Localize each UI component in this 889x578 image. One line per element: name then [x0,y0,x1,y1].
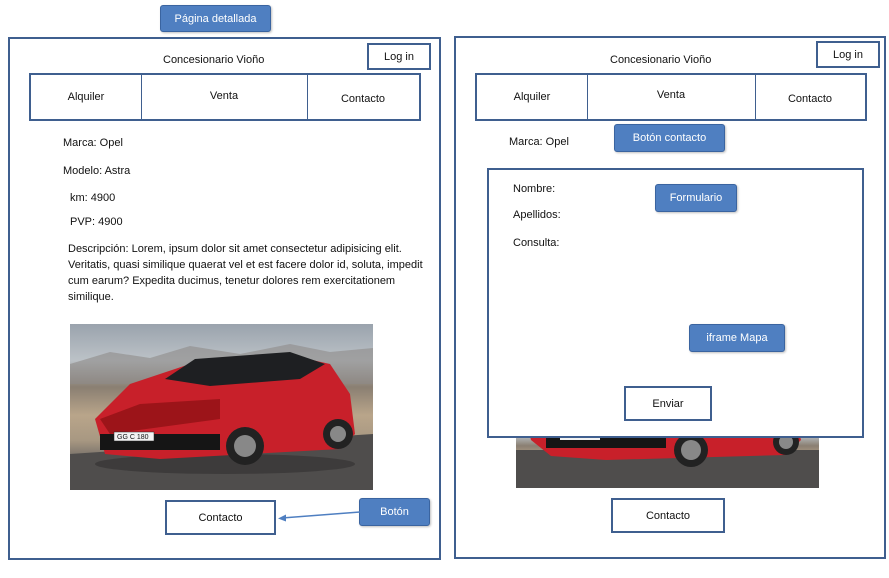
left-contact-button[interactable]: Contacto [165,500,276,535]
right-login-button[interactable]: Log in [816,41,880,68]
form-submit-button[interactable]: Enviar [624,386,712,421]
annotation-button: Botón [359,498,430,526]
left-modelo: Modelo: Astra [63,165,131,177]
annotation-detailed-page: Página detallada [160,5,271,32]
left-marca: Marca: Opel [63,137,123,149]
form-label-nombre: Nombre: [513,183,556,195]
left-nav-bar: Alquiler Venta Contacto [29,73,421,121]
form-label-apellidos: Apellidos: [513,209,561,221]
right-marca: Marca: Opel [509,136,569,148]
annotation-form: Formulario [655,184,737,212]
left-brand-title: Concesionario Vioño [163,54,265,66]
left-nav-alquiler[interactable]: Alquiler [31,75,141,119]
right-nav-bar: Alquiler Venta Contacto [475,73,867,121]
left-car-image: GG C 180 [70,324,373,490]
left-pvp: PVP: 4900 [70,216,123,228]
right-nav-contacto[interactable]: Contacto [755,75,865,119]
right-nav-venta[interactable]: Venta [587,75,755,119]
annotation-contact-button: Botón contacto [614,124,725,152]
left-descripcion: Descripción: Lorem, ipsum dolor sit amet… [68,243,423,303]
annotation-iframe-map: iframe Mapa [689,324,785,352]
car-plate: GG C 180 [117,434,149,441]
right-contact-button[interactable]: Contacto [611,498,725,533]
left-nav-venta[interactable]: Venta [141,75,307,119]
left-nav-contacto[interactable]: Contacto [307,75,419,119]
left-km: km: 4900 [70,192,116,204]
right-nav-alquiler[interactable]: Alquiler [477,75,587,119]
annotation-arrow [278,511,361,522]
form-label-consulta: Consulta: [513,237,560,249]
right-brand-title: Concesionario Vioño [610,54,712,66]
left-login-button[interactable]: Log in [367,43,431,70]
